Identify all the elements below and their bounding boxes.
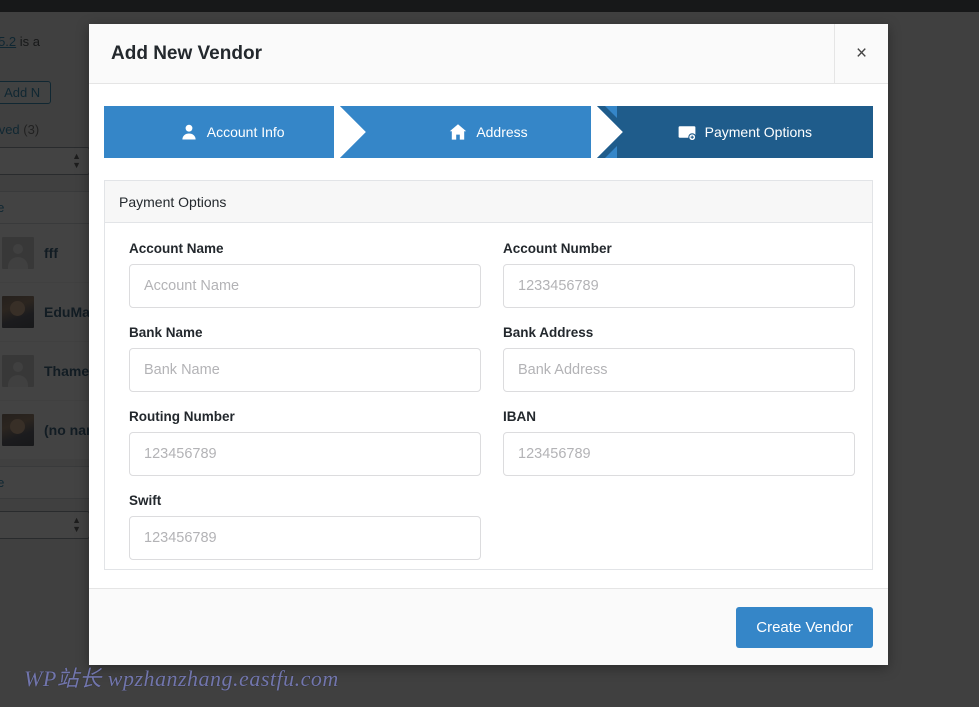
field-routing-number: Routing Number	[129, 409, 481, 476]
create-vendor-button[interactable]: Create Vendor	[736, 606, 873, 648]
payment-card-icon	[678, 123, 696, 141]
field-label: Swift	[129, 493, 162, 508]
routing-number-input[interactable]	[129, 432, 481, 476]
field-label: Account Number	[503, 241, 612, 256]
field-label: Bank Address	[503, 325, 594, 340]
field-iban: IBAN	[503, 409, 855, 476]
bank-name-input[interactable]	[129, 348, 481, 392]
field-account-name: Account Name	[129, 241, 481, 308]
iban-input[interactable]	[503, 432, 855, 476]
modal-body: Account Info Address Payment Options Pay…	[89, 84, 888, 588]
step-account-info[interactable]: Account Info	[104, 106, 375, 158]
modal-footer: Create Vendor	[89, 588, 888, 665]
step-payment-options[interactable]: Payment Options	[616, 106, 873, 158]
watermark: WP站长 wpzhanzhang.eastfu.com	[24, 666, 339, 691]
user-icon	[180, 123, 198, 141]
step-address[interactable]: Address	[360, 106, 631, 158]
field-label: IBAN	[503, 409, 536, 424]
field-label: Bank Name	[129, 325, 203, 340]
field-bank-name: Bank Name	[129, 325, 481, 392]
payment-options-form: Account Name Account Number Bank Name Ba	[105, 223, 872, 560]
form-row: Swift	[129, 493, 848, 560]
step-label: Account Info	[206, 124, 285, 140]
account-name-input[interactable]	[129, 264, 481, 308]
swift-input[interactable]	[129, 516, 481, 560]
add-new-vendor-modal: Add New Vendor × Account Info Address Pa…	[89, 24, 888, 665]
field-account-number: Account Number	[503, 241, 855, 308]
field-bank-address: Bank Address	[503, 325, 855, 392]
field-swift: Swift	[129, 493, 481, 560]
account-number-input[interactable]	[503, 264, 855, 308]
field-label: Routing Number	[129, 409, 235, 424]
step-label: Payment Options	[704, 124, 813, 140]
close-icon[interactable]: ×	[834, 24, 888, 83]
bank-address-input[interactable]	[503, 348, 855, 392]
field-label: Account Name	[129, 241, 224, 256]
form-row: Account Name Account Number	[129, 241, 855, 308]
home-icon	[449, 123, 467, 141]
form-row: Routing Number IBAN	[129, 409, 855, 476]
modal-title: Add New Vendor	[111, 42, 262, 64]
wizard-steps: Account Info Address Payment Options	[104, 106, 873, 158]
step-label: Address	[476, 124, 528, 140]
modal-header: Add New Vendor ×	[89, 24, 888, 84]
payment-options-panel: Payment Options Account Name Account Num…	[104, 180, 873, 570]
form-row: Bank Name Bank Address	[129, 325, 855, 392]
panel-title: Payment Options	[105, 181, 872, 223]
